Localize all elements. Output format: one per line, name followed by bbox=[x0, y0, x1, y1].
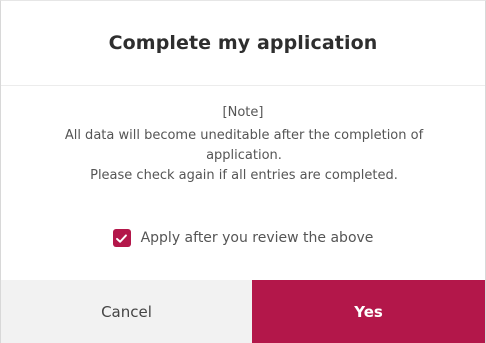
cancel-button[interactable]: Cancel bbox=[1, 280, 252, 343]
confirm-review-row[interactable]: Apply after you review the above bbox=[1, 229, 485, 247]
complete-application-dialog: Complete my application [Note] All data … bbox=[0, 0, 486, 343]
note-line: All data will become uneditable after th… bbox=[64, 128, 424, 143]
confirm-review-label[interactable]: Apply after you review the above bbox=[141, 230, 374, 246]
note-body: All data will become uneditable after th… bbox=[21, 126, 467, 186]
checkmark-icon bbox=[116, 233, 128, 243]
note-line: Please check again if all entries are co… bbox=[90, 168, 398, 183]
note-line: application. bbox=[206, 148, 282, 163]
note-heading: [Note] bbox=[222, 105, 264, 120]
title-divider bbox=[1, 85, 485, 86]
confirm-review-checkbox[interactable] bbox=[112, 229, 131, 247]
yes-button[interactable]: Yes bbox=[252, 280, 485, 343]
dialog-footer: Cancel Yes bbox=[1, 280, 485, 343]
dialog-title: Complete my application bbox=[108, 32, 378, 54]
